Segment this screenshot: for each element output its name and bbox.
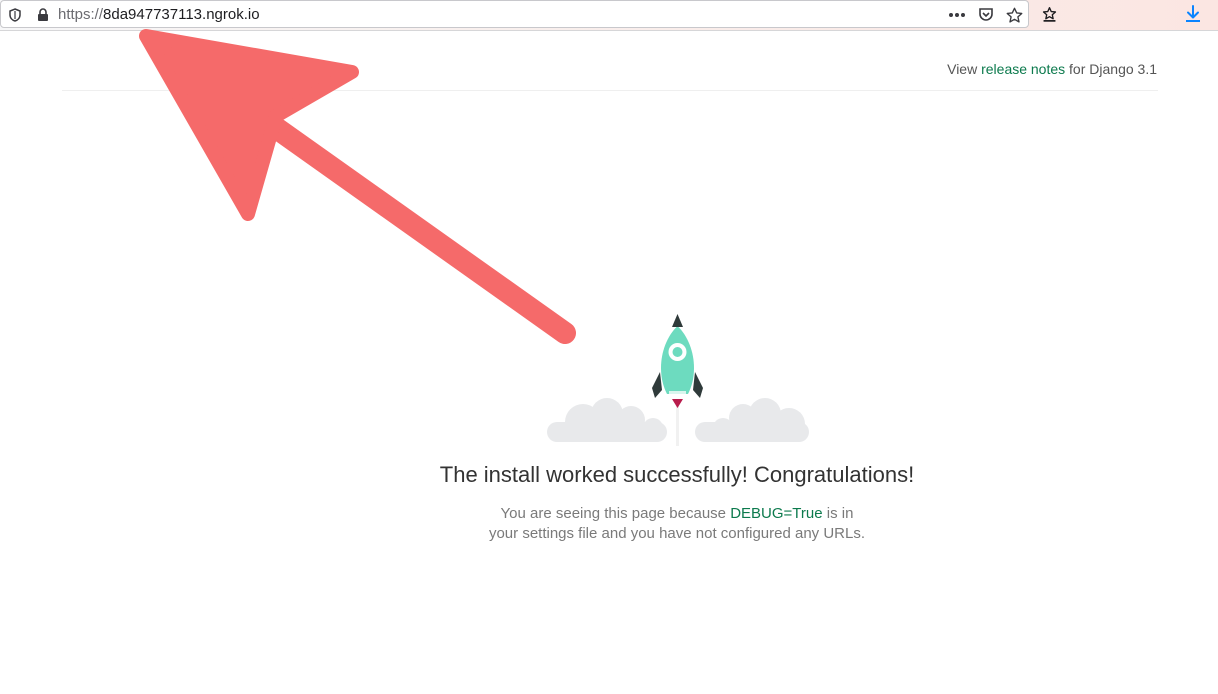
release-prefix: View [947, 61, 978, 77]
header-divider [62, 90, 1158, 91]
bookmark-star-icon[interactable] [1004, 1, 1024, 29]
more-actions-icon[interactable] [947, 1, 967, 29]
lock-icon[interactable] [35, 1, 51, 29]
debug-link[interactable]: DEBUG=True [730, 505, 822, 522]
release-notes-link[interactable]: release notes [981, 61, 1065, 77]
pocket-icon[interactable] [976, 1, 996, 29]
url-scheme: https:// [58, 6, 104, 23]
download-icon[interactable] [1183, 0, 1203, 28]
rocket-illustration [547, 314, 809, 446]
url-text[interactable]: https://8da947737113.ngrok.io [58, 6, 260, 24]
shield-icon[interactable] [7, 1, 23, 29]
reading-list-icon[interactable] [1039, 0, 1059, 28]
browser-toolbar: https://8da947737113.ngrok.io [0, 0, 1218, 31]
release-notes-line: View release notes for Django 3.1 [947, 61, 1157, 77]
desc-before: You are seeing this page because [500, 505, 727, 522]
url-host: 8da947737113.ngrok.io [103, 6, 260, 23]
url-bar[interactable]: https://8da947737113.ngrok.io [0, 0, 1029, 28]
page-title: The install worked successfully! Congrat… [439, 462, 915, 487]
page-description: You are seeing this page because DEBUG=T… [484, 504, 870, 544]
release-suffix: for Django 3.1 [1069, 61, 1157, 77]
